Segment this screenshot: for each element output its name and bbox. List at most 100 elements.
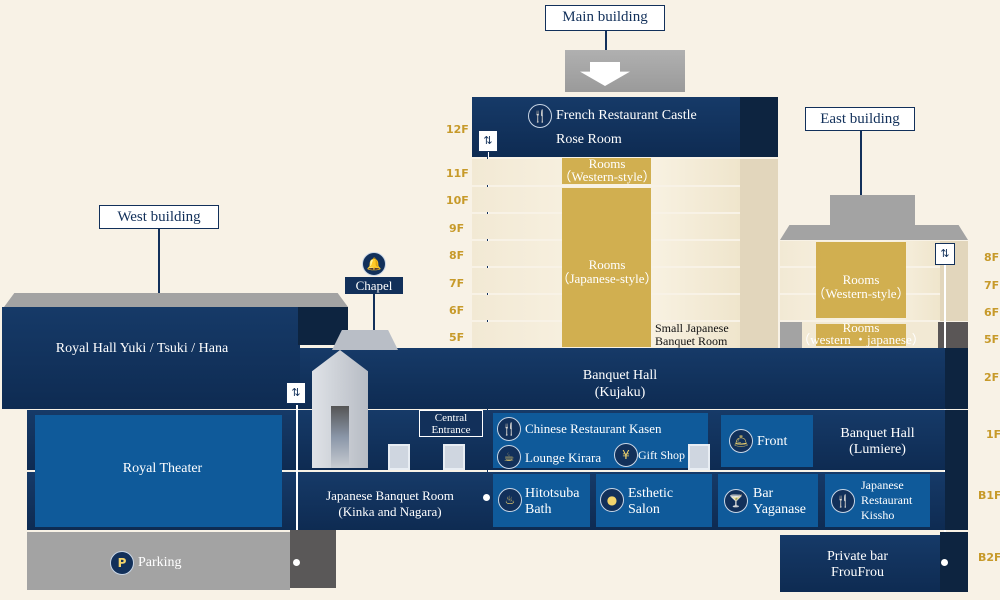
- elevator-stop: [483, 494, 490, 501]
- label: Japanese: [861, 478, 904, 492]
- rooms-label: （Western-style）: [812, 286, 910, 301]
- chapel-roof: [332, 330, 398, 350]
- royal-hall-block: [2, 307, 300, 409]
- restaurant-icon: 🍴: [831, 489, 855, 513]
- building-side: [740, 97, 778, 157]
- chapel-door: [331, 406, 349, 468]
- connector-line: [860, 131, 862, 195]
- elevator-stop: [941, 559, 948, 566]
- central-entrance[interactable]: Central Entrance: [419, 410, 483, 437]
- floor-label: 5F: [984, 333, 1000, 346]
- rooms-label: （Japanese-style）: [556, 271, 658, 286]
- floor-label: 11F: [446, 167, 469, 180]
- door: [443, 444, 465, 470]
- main-roof: [565, 50, 685, 92]
- door: [388, 444, 410, 470]
- parking-icon: P: [110, 551, 134, 575]
- cocktail-icon: 🍸: [724, 489, 748, 513]
- floor-label: 10F: [446, 194, 469, 207]
- elevator-stop: [293, 559, 300, 566]
- floor-12f-block: [472, 97, 740, 157]
- elevator-icon: ⇅: [935, 243, 955, 265]
- west-roof: [4, 293, 348, 307]
- restaurant-icon: 🍴: [528, 104, 552, 128]
- royal-hall[interactable]: Royal Hall Yuki / Tsuki / Hana: [2, 341, 282, 357]
- hot-spring-icon: ♨: [498, 488, 522, 512]
- connector-line: [158, 229, 160, 293]
- coffee-icon: ☕: [497, 445, 521, 469]
- label: Banquet Room: [655, 334, 728, 348]
- label: Central: [434, 412, 468, 424]
- label: (Lumiere): [849, 442, 906, 457]
- label: Salon: [628, 502, 660, 517]
- lounge-kirara[interactable]: Lounge Kirara: [525, 450, 601, 466]
- rooms-label: （Western-style）: [558, 169, 656, 184]
- floor-label: 6F: [984, 306, 1000, 319]
- floor-label: 8F: [984, 251, 1000, 264]
- parking-label: Parking: [138, 555, 182, 570]
- chinese-restaurant-kasen[interactable]: Chinese Restaurant Kasen: [525, 421, 661, 437]
- connector-line: [605, 31, 607, 51]
- building-side: [945, 348, 968, 409]
- small-japanese-banquet-room[interactable]: Small Japanese Banquet Room: [655, 322, 729, 348]
- label: (Kinka and Nagara): [338, 504, 442, 519]
- floor-label: 8F: [449, 249, 465, 262]
- floor-label: 12F: [446, 123, 469, 136]
- royal-theater-label: Royal Theater: [122, 461, 203, 476]
- building-side: [740, 159, 778, 348]
- front-desk-icon: 🛎: [729, 429, 753, 453]
- front-label: Front: [757, 434, 788, 449]
- west-building-label: West building: [99, 205, 219, 229]
- rooms-label: Rooms: [842, 272, 880, 287]
- japanese-banquet-room[interactable]: Japanese Banquet Room (Kinka and Nagara): [310, 488, 470, 520]
- banquet-hall-lumiere[interactable]: Banquet Hall (Lumiere): [820, 426, 935, 458]
- east-5f-wall: [938, 322, 968, 348]
- floor-label: 7F: [984, 279, 1000, 292]
- kissho-label: Japanese Restaurant Kissho: [861, 478, 912, 523]
- banquet-hall-kujaku: Banquet Hall: [582, 368, 658, 383]
- floor-label: 2F: [984, 371, 1000, 384]
- elevator-icon: ⇅: [286, 382, 306, 404]
- floor-label: B2F: [978, 551, 1000, 564]
- label: Entrance: [431, 424, 471, 436]
- rose-room[interactable]: Rose Room: [556, 132, 622, 148]
- label: Yaganase: [753, 502, 807, 517]
- hitotsuba-bath-label: Hitotsuba Bath: [525, 486, 579, 518]
- label: Hitotsuba: [525, 486, 580, 501]
- building-side: [945, 410, 968, 530]
- floor-label: 9F: [449, 222, 465, 235]
- salon-icon: ●: [600, 488, 624, 512]
- label: Banquet Hall: [840, 426, 915, 441]
- floor-label: 1F: [986, 428, 1000, 441]
- label: FrouFrou: [831, 565, 884, 580]
- rooms-label: （western ・japanese）: [797, 332, 925, 347]
- east-roof: [780, 225, 968, 240]
- connector-line: [373, 294, 375, 336]
- gift-shop[interactable]: Gift Shop: [638, 447, 685, 463]
- froufrou-label: Private bar FrouFrou: [780, 549, 935, 581]
- french-restaurant-castle[interactable]: French Restaurant Castle: [556, 108, 697, 124]
- label: Esthetic: [628, 486, 674, 501]
- main-building-label: Main building: [545, 5, 665, 31]
- floor-label: 7F: [449, 277, 465, 290]
- bell-icon: 🔔: [362, 252, 386, 276]
- label: Japanese Banquet Room: [326, 488, 454, 503]
- restaurant-icon: 🍴: [497, 417, 521, 441]
- east-building-label: East building: [805, 107, 915, 131]
- floor-label: B1F: [978, 489, 1000, 502]
- label: Restaurant: [861, 493, 913, 507]
- east-roof: [830, 195, 915, 227]
- door: [688, 444, 710, 470]
- elevator-icon: ⇅: [478, 130, 498, 152]
- chapel-label[interactable]: Chapel: [345, 277, 403, 294]
- bar-yaganase-label: Bar Yaganase: [753, 486, 806, 518]
- floor-label: 5F: [449, 331, 465, 344]
- label: Private bar: [826, 549, 889, 564]
- yen-icon: ¥: [614, 443, 638, 467]
- label: Bath: [525, 502, 552, 517]
- rooms-label: Rooms: [588, 257, 626, 272]
- banquet-hall-kujaku: (Kujaku): [594, 385, 646, 400]
- label: Kissho: [861, 508, 895, 522]
- label: Bar: [753, 486, 774, 501]
- floor-label: 6F: [449, 304, 465, 317]
